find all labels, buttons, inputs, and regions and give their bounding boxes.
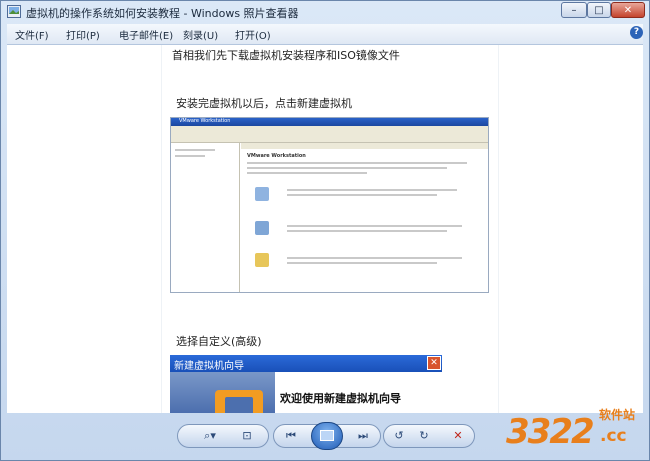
menu-burn[interactable]: 刻录(U): [183, 27, 218, 42]
watermark-label: 软件站: [599, 408, 636, 422]
vmware-app-title: VMware Workstation: [179, 118, 231, 124]
wizard-welcome-text: 欢迎使用新建虚拟机向导: [280, 392, 401, 405]
rotate-clockwise-icon[interactable]: ↻: [414, 428, 434, 444]
previous-icon[interactable]: ⏮: [281, 428, 301, 444]
photo-viewer-icon: [7, 5, 21, 18]
rotate-counterclockwise-icon[interactable]: ↺: [389, 428, 409, 444]
next-icon[interactable]: ⏭: [353, 428, 373, 444]
wizard-title: 新建虚拟机向导: [174, 361, 244, 372]
vmware-home-panel: VMware Workstation: [241, 149, 488, 292]
vmware-sidebar: [171, 143, 240, 292]
wizard-close-icon: ✕: [427, 356, 441, 370]
minimize-button[interactable]: –: [561, 2, 587, 18]
doc-heading-custom: 选择自定义(高级): [176, 335, 262, 348]
slideshow-button[interactable]: [311, 422, 343, 450]
title-bar[interactable]: 虚拟机的操作系统如何安装教程 - Windows 照片查看器 – □ ✕: [1, 1, 649, 23]
zoom-icon[interactable]: ⌕▾: [197, 428, 223, 444]
open-vm-icon: [255, 253, 269, 267]
help-icon[interactable]: ?: [630, 26, 643, 39]
wizard-titlebar: 新建虚拟机向导 ✕: [170, 355, 442, 372]
close-button[interactable]: ✕: [611, 2, 645, 18]
actual-size-icon[interactable]: ⊡: [237, 428, 257, 444]
window-title: 虚拟机的操作系统如何安装教程 - Windows 照片查看器: [26, 7, 299, 20]
watermark-number: 3322: [506, 412, 595, 452]
delete-icon[interactable]: ✕: [448, 428, 468, 444]
vmware-panel-title: VMware Workstation: [247, 153, 306, 159]
vmware-screenshot: VMware Workstation VMware Workstation: [170, 117, 489, 293]
menu-email[interactable]: 电子邮件(E): [119, 27, 173, 42]
menu-open[interactable]: 打开(O): [235, 27, 271, 42]
menu-bar: 文件(F) 打印(P) 电子邮件(E) 刻录(U) 打开(O) ?: [7, 24, 643, 45]
image-viewport[interactable]: 首相我们先下载虚拟机安装程序和ISO镜像文件 安装完虚拟机以后，点击新建虚拟机 …: [7, 45, 643, 413]
menu-file[interactable]: 文件(F): [15, 27, 49, 42]
maximize-button[interactable]: □: [587, 2, 611, 18]
new-vm-icon: [255, 187, 269, 201]
menu-print[interactable]: 打印(P): [66, 27, 100, 42]
watermark-domain: .cc: [600, 426, 627, 446]
slideshow-icon: [320, 430, 334, 441]
new-vm-wizard-screenshot: 新建虚拟机向导 ✕ 欢迎使用新建虚拟机向导: [170, 355, 442, 413]
vmware-titlebar: VMware Workstation: [171, 118, 488, 126]
doc-heading-new-vm: 安装完虚拟机以后，点击新建虚拟机: [176, 97, 352, 110]
new-team-icon: [255, 221, 269, 235]
wizard-banner: [170, 372, 275, 413]
displayed-image: 首相我们先下载虚拟机安装程序和ISO镜像文件 安装完虚拟机以后，点击新建虚拟机 …: [161, 45, 499, 413]
doc-heading-download: 首相我们先下载虚拟机安装程序和ISO镜像文件: [172, 49, 400, 62]
photo-viewer-window: 虚拟机的操作系统如何安装教程 - Windows 照片查看器 – □ ✕ 文件(…: [0, 0, 650, 461]
vmware-toolbar: [171, 132, 488, 143]
site-watermark: 3322 软件站 .cc: [506, 406, 646, 458]
